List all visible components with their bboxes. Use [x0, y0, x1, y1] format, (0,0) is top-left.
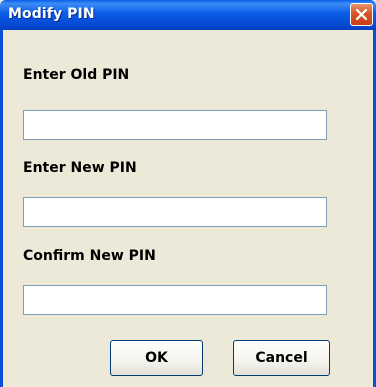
dialog-body: Enter Old PIN Enter New PIN Confirm New …	[3, 30, 373, 387]
new-pin-field[interactable]	[23, 197, 327, 227]
confirm-pin-label: Confirm New PIN	[23, 248, 156, 264]
close-icon	[355, 8, 368, 21]
confirm-pin-field[interactable]	[23, 285, 327, 315]
modify-pin-dialog: Modify PIN Enter Old PIN Enter New PIN C…	[0, 0, 376, 387]
title-bar[interactable]: Modify PIN	[0, 0, 376, 30]
new-pin-label: Enter New PIN	[23, 160, 137, 176]
cancel-button[interactable]: Cancel	[233, 340, 330, 376]
window-title: Modify PIN	[8, 6, 95, 22]
close-button[interactable]	[350, 3, 373, 26]
old-pin-label: Enter Old PIN	[23, 67, 130, 83]
old-pin-field[interactable]	[23, 110, 327, 140]
ok-button[interactable]: OK	[110, 340, 203, 376]
